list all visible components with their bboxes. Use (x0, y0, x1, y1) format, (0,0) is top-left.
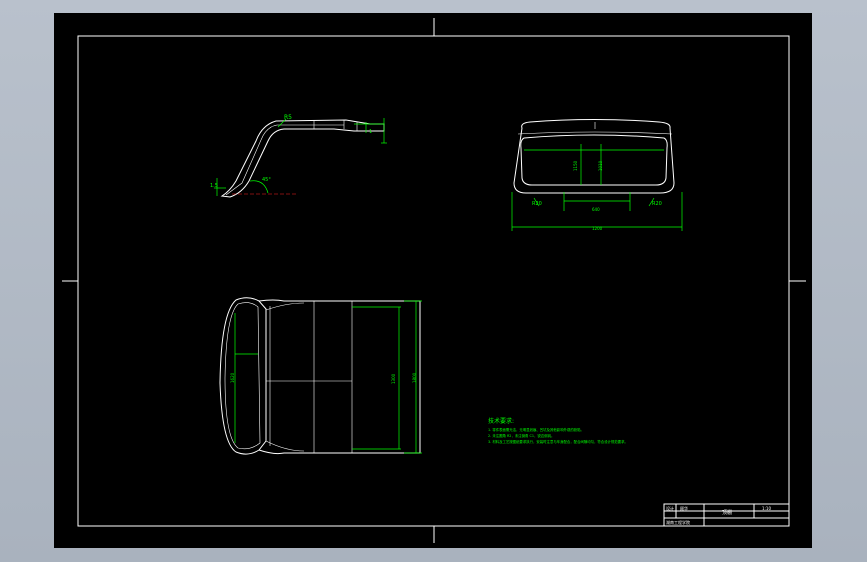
dim-top-inner: 1300 (391, 373, 396, 384)
tb-part-name: 顶棚 (722, 509, 732, 516)
front-view: 1200 640 1150 1010 R20 R20 (511, 119, 683, 231)
drawing-sheet: R5 45° 1.5 1 1200 640 1150 1010 R20 R20 (54, 13, 812, 548)
top-view: 1620 1300 1800 (219, 297, 422, 455)
technical-notes: 技术要求: 1. 零件表面需光洁，无明显划痕、凹坑及其他影响外观的缺陷。 2. … (488, 417, 628, 444)
dim-front-r-left: R20 (532, 201, 542, 207)
dim-front-total: 1200 (592, 226, 603, 231)
dim-top-right: 1800 (412, 372, 417, 383)
title-block: 设计 顾华 顶棚 1:10 湖南工程学院 (663, 503, 790, 527)
tb-design-name: 顾华 (680, 505, 688, 511)
notes-line-1: 1. 零件表面需光洁，无明显划痕、凹坑及其他影响外观的缺陷。 (488, 427, 584, 432)
dim-front-r-right: R20 (652, 201, 662, 207)
tb-school: 湖南工程学院 (666, 519, 690, 525)
notes-line-2: 2. 未注圆角 R2，未注倒角 C1，锐边倒钝。 (488, 433, 554, 438)
notes-line-3: 3. 材料及工艺按图纸要求执行，安装时注意与车身配合，配合间隙均匀，符合设计规范… (488, 439, 628, 444)
dim-side-angle: 45° (262, 177, 271, 183)
dim-side-r: R5 (284, 114, 292, 121)
tb-design-label: 设计 (666, 505, 674, 511)
dim-top-height: 1620 (230, 372, 235, 383)
dim-side-t: 1 (369, 129, 372, 135)
dim-front-inner: 640 (592, 207, 600, 212)
side-view: R5 45° 1.5 1 (210, 114, 387, 198)
tb-scale: 1:10 (762, 506, 771, 511)
dim-front-h2: 1010 (598, 160, 603, 171)
border-frame (77, 35, 790, 527)
dim-front-h1: 1150 (573, 160, 578, 171)
dim-side-left: 1.5 (210, 183, 218, 189)
notes-title: 技术要求: (488, 417, 514, 425)
cad-drawing: R5 45° 1.5 1 1200 640 1150 1010 R20 R20 (62, 18, 806, 543)
